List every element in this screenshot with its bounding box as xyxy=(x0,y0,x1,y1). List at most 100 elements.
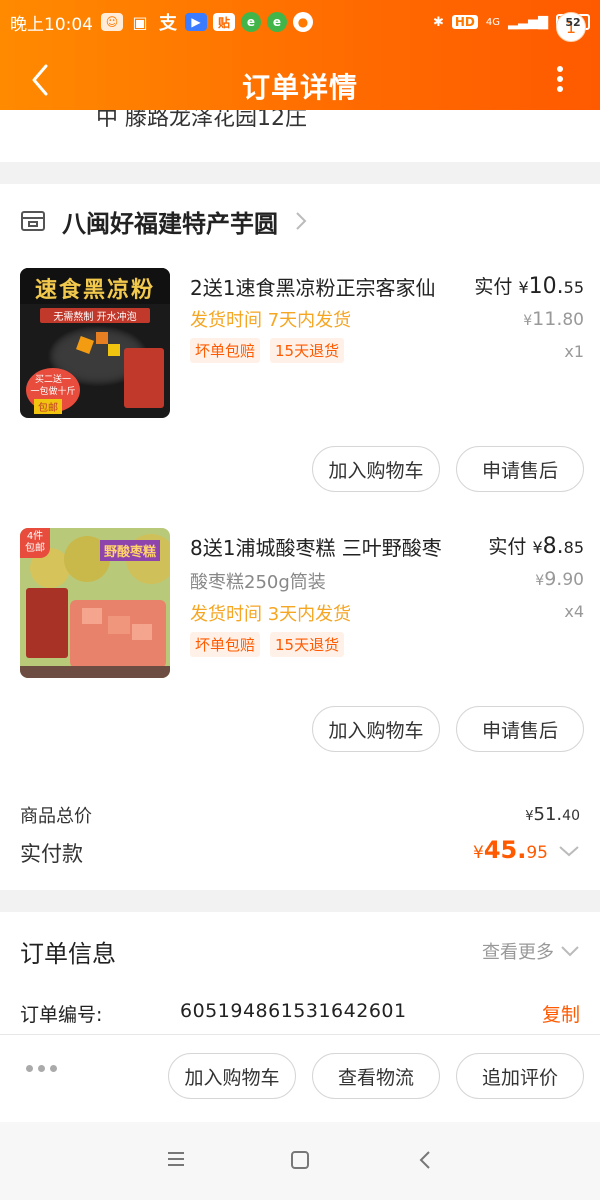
browser-icon: e xyxy=(241,12,261,32)
paid-total-label: 实付款 xyxy=(20,842,83,866)
order-item[interactable]: 4件 包邮 野酸枣糕 8送1浦城酸枣糕 三叶野酸枣 酸枣糕250g筒装 发货时间… xyxy=(0,528,600,768)
bluetooth-icon: ✱ xyxy=(432,14,444,30)
promo-text: 买二送一 xyxy=(34,375,71,385)
paid-label: 实付 xyxy=(488,536,527,558)
zhi-icon: 支 xyxy=(159,13,177,34)
after-sales-button[interactable]: 申请售后 xyxy=(456,446,584,492)
order-item[interactable]: 速食黑凉粉 无需熬制 开水冲泡 买二送一 一包做十斤 包邮 2送1速食黑凉粉正宗… xyxy=(0,268,600,508)
image-title: 野酸枣糕 xyxy=(100,540,161,561)
original-price: ¥9.90 xyxy=(535,568,584,590)
paid-price: 实付 ¥10.55 xyxy=(474,272,584,299)
promo-text: 4件 xyxy=(26,531,44,542)
price-dec: 95 xyxy=(526,843,548,863)
goods-total-value: ¥51.40 xyxy=(525,804,580,825)
service-tags: 坏单包赔 15天退货 xyxy=(190,632,345,657)
chevron-down-icon xyxy=(561,946,579,957)
shop-name: 八闽好福建特产芋圆 xyxy=(62,209,278,238)
system-nav-bar xyxy=(0,1122,600,1200)
shop-card: 八闽好福建特产芋圆 速食黑凉粉 无需熬制 开水冲泡 买二送一 一包做十斤 包邮 … xyxy=(0,184,600,890)
image-subtitle: 无需熬制 开水冲泡 xyxy=(40,308,150,323)
add-to-cart-button[interactable]: 加入购物车 xyxy=(312,446,440,492)
price-dec: 40 xyxy=(562,808,580,824)
desktop-icon: ▣ xyxy=(132,12,148,32)
drop-icon: ● xyxy=(293,12,313,32)
service-tag: 15天退货 xyxy=(270,632,345,657)
price-int: 51. xyxy=(533,804,563,825)
ship-time: 发货时间 7天内发货 xyxy=(190,310,352,331)
alipay-icon: ☺ xyxy=(101,13,123,31)
ship-time: 发货时间 3天内发货 xyxy=(190,604,352,625)
original-price: ¥11.80 xyxy=(523,308,584,330)
currency: ¥ xyxy=(473,843,484,863)
see-more-link[interactable]: 查看更多 xyxy=(482,938,580,964)
back-nav-icon[interactable] xyxy=(418,1150,432,1170)
more-actions-icon[interactable] xyxy=(26,1065,57,1072)
network-label: 4G xyxy=(485,16,500,28)
menu-icon[interactable] xyxy=(166,1150,186,1168)
price-int: 8. xyxy=(542,534,564,559)
see-more-label: 查看更多 xyxy=(482,942,554,963)
service-tag: 坏单包赔 xyxy=(190,338,261,363)
browser-icon: e xyxy=(267,12,287,32)
paid-label: 实付 xyxy=(474,276,513,298)
paid-price: 实付 ¥8.85 xyxy=(488,532,584,559)
currency: ¥ xyxy=(535,573,545,589)
image-title: 速食黑凉粉 xyxy=(20,268,170,304)
price-dec: 90 xyxy=(562,570,584,590)
paid-total-value[interactable]: ¥45.95 xyxy=(473,836,548,864)
chevron-right-icon xyxy=(296,212,307,230)
status-time: 晚上10:04 xyxy=(10,14,93,35)
more-menu-icon[interactable] xyxy=(550,62,570,102)
add-to-cart-button[interactable]: 加入购物车 xyxy=(312,706,440,752)
bottom-action-bar: 加入购物车 查看物流 追加评价 xyxy=(0,1034,600,1120)
signal-icon: ▂▃▅▇ xyxy=(508,14,548,30)
shop-header[interactable]: 八闽好福建特产芋圆 xyxy=(0,184,600,258)
video-icon: ▶ xyxy=(185,13,207,31)
status-right: ✱ HD 4G ▂▃▅▇ 52 xyxy=(433,14,590,30)
view-logistics-button[interactable]: 查看物流 xyxy=(312,1053,440,1099)
currency: ¥ xyxy=(518,278,529,297)
price-dec: 55 xyxy=(563,278,584,297)
product-image[interactable]: 速食黑凉粉 无需熬制 开水冲泡 买二送一 一包做十斤 包邮 xyxy=(20,268,170,418)
price-int: 10. xyxy=(528,274,564,299)
quantity: x4 xyxy=(564,602,584,621)
currency: ¥ xyxy=(532,538,543,557)
currency: ¥ xyxy=(523,313,533,329)
price-summary: 商品总价 ¥51.40 实付款 ¥45.95 xyxy=(0,798,600,888)
add-to-cart-button[interactable]: 加入购物车 xyxy=(168,1053,296,1099)
tie-icon: 贴 xyxy=(213,13,235,31)
order-number-label: 订单编号: xyxy=(20,1004,103,1026)
chevron-down-icon[interactable] xyxy=(558,844,580,858)
promo-free-ship: 包邮 xyxy=(34,399,62,414)
currency: ¥ xyxy=(525,809,534,824)
hd-icon: HD xyxy=(451,15,478,29)
status-bar: 晚上10:04 ☺ ▣ 支 ▶ 贴 e e ● ✱ HD 4G ▂▃▅▇ 52 xyxy=(0,0,600,44)
promo-text: 一包做十斤 xyxy=(30,387,76,397)
order-number: 605194861531642601 xyxy=(180,1000,407,1022)
after-sales-button[interactable]: 申请售后 xyxy=(456,706,584,752)
battery-level: 52 xyxy=(565,15,581,29)
product-name: 8送1浦城酸枣糕 三叶野酸枣 xyxy=(190,536,442,560)
service-tags: 坏单包赔 15天退货 xyxy=(190,338,345,363)
product-image[interactable]: 4件 包邮 野酸枣糕 xyxy=(20,528,170,678)
service-tag: 坏单包赔 xyxy=(190,632,261,657)
add-review-button[interactable]: 追加评价 xyxy=(456,1053,584,1099)
address-section[interactable]: 中 滕路龙泽花园12庄 xyxy=(0,110,600,162)
home-icon[interactable] xyxy=(290,1150,310,1170)
header: 晚上10:04 ☺ ▣ 支 ▶ 贴 e e ● ✱ HD 4G ▂▃▅▇ 52 … xyxy=(0,0,600,128)
price-int: 9. xyxy=(544,568,563,590)
product-sku: 酸枣糕250g筒装 xyxy=(190,572,326,593)
price-int: 11. xyxy=(532,308,563,330)
store-icon xyxy=(21,211,45,231)
service-tag: 15天退货 xyxy=(270,338,345,363)
address-text: 中 滕路龙泽花园12庄 xyxy=(96,110,307,131)
price-int: 45. xyxy=(483,836,527,864)
price-dec: 80 xyxy=(562,310,584,330)
copy-button[interactable]: 复制 xyxy=(542,1000,580,1027)
order-info-title: 订单信息 xyxy=(20,940,116,968)
promo-corner: 4件 包邮 xyxy=(20,528,50,558)
promo-text: 包邮 xyxy=(25,543,45,554)
quantity: x1 xyxy=(564,342,584,361)
page-title: 订单详情 xyxy=(241,71,358,104)
back-icon[interactable] xyxy=(26,60,56,100)
